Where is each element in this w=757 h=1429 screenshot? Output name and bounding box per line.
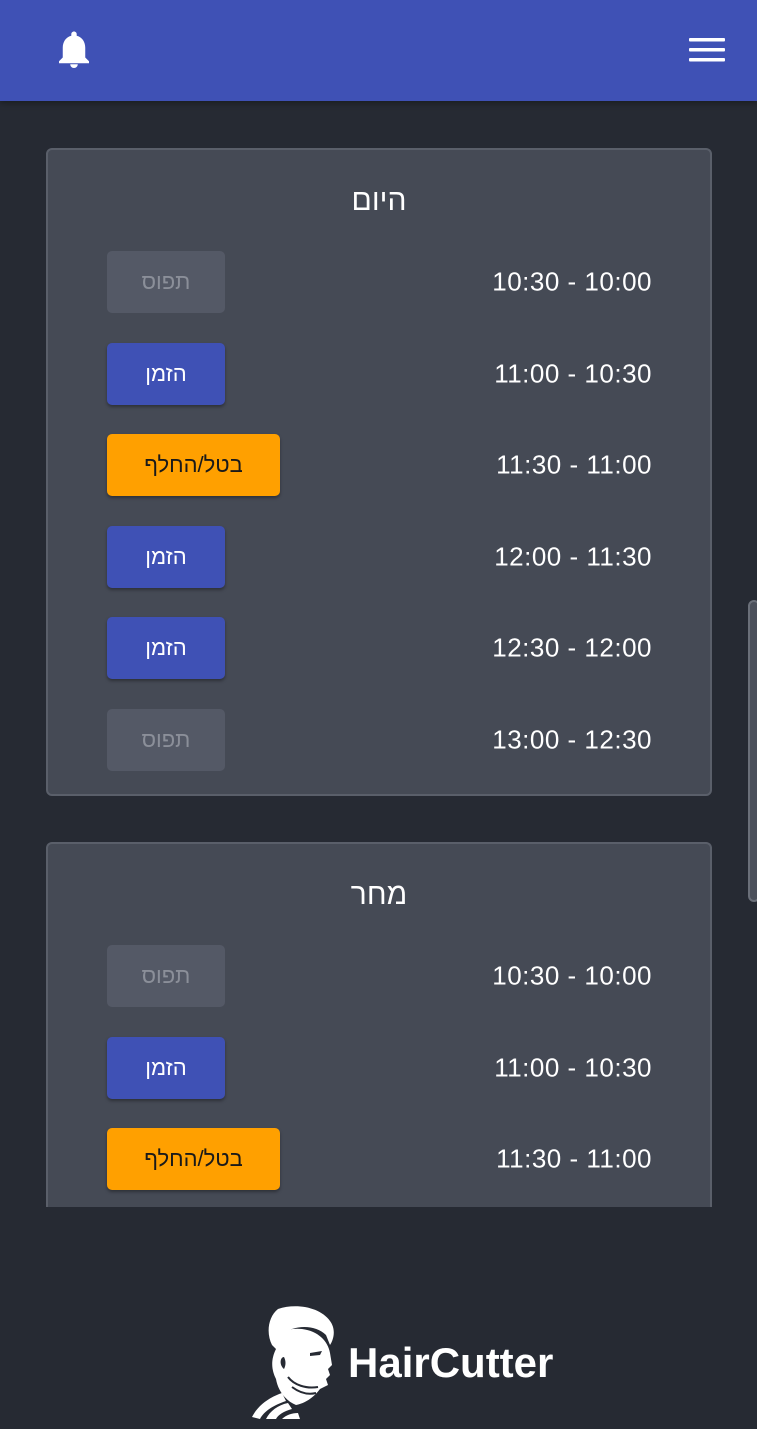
day-card-tomorrow: מחר תפוס 10:30 - 10:00 הזמן 11:00 - 10:3… (46, 842, 712, 1207)
busy-button: תפוס (107, 945, 225, 1007)
slot-time: 12:00 - 11:30 (494, 541, 652, 572)
cancel-change-button[interactable]: בטל/החלף (107, 434, 280, 496)
busy-button: תפוס (107, 251, 225, 313)
notifications-button[interactable] (52, 28, 96, 72)
busy-button: תפוס (107, 709, 225, 771)
slot-time: 11:00 - 10:30 (494, 1052, 652, 1083)
book-button[interactable]: הזמן (107, 343, 225, 405)
time-slot: הזמן 11:00 - 10:30 (48, 1037, 710, 1099)
brand-name: HairCutter (348, 1338, 554, 1386)
book-button[interactable]: הזמן (107, 1037, 225, 1099)
slot-time: 13:00 - 12:30 (492, 724, 652, 755)
day-title: היום (351, 184, 407, 217)
slot-time: 12:30 - 12:00 (492, 632, 652, 663)
bearded-man-logo-icon (252, 1306, 334, 1419)
time-slot: בטל/החלף 11:30 - 11:00 (48, 434, 710, 496)
slot-time: 10:30 - 10:00 (492, 266, 652, 297)
day-card-today: היום תפוס 10:30 - 10:00 הזמן 11:00 - 10:… (46, 148, 712, 796)
book-button[interactable]: הזמן (107, 526, 225, 588)
menu-button[interactable] (684, 30, 730, 70)
scrollbar-thumb[interactable] (748, 600, 757, 902)
time-slot: תפוס 10:30 - 10:00 (48, 945, 710, 1007)
time-slot: הזמן 12:30 - 12:00 (48, 617, 710, 679)
time-slot: הזמן 12:00 - 11:30 (48, 526, 710, 588)
schedule-list[interactable]: היום תפוס 10:30 - 10:00 הזמן 11:00 - 10:… (0, 101, 757, 1207)
cancel-change-button[interactable]: בטל/החלף (107, 1128, 280, 1190)
bell-icon (59, 31, 89, 68)
time-slot: תפוס 10:30 - 10:00 (48, 251, 710, 313)
slot-time: 11:30 - 11:00 (496, 1143, 652, 1174)
time-slot: הזמן 11:00 - 10:30 (48, 343, 710, 405)
book-button[interactable]: הזמן (107, 617, 225, 679)
slot-time: 11:00 - 10:30 (494, 358, 652, 389)
time-slot: בטל/החלף 11:30 - 11:00 (48, 1128, 710, 1190)
brand-footer: HairCutter (248, 1305, 553, 1420)
day-title: מחר (350, 878, 408, 911)
app-header (0, 0, 757, 101)
time-slot: תפוס 13:00 - 12:30 (48, 709, 710, 771)
slot-time: 10:30 - 10:00 (492, 960, 652, 991)
slot-time: 11:30 - 11:00 (496, 449, 652, 480)
hamburger-menu-icon (689, 38, 725, 62)
